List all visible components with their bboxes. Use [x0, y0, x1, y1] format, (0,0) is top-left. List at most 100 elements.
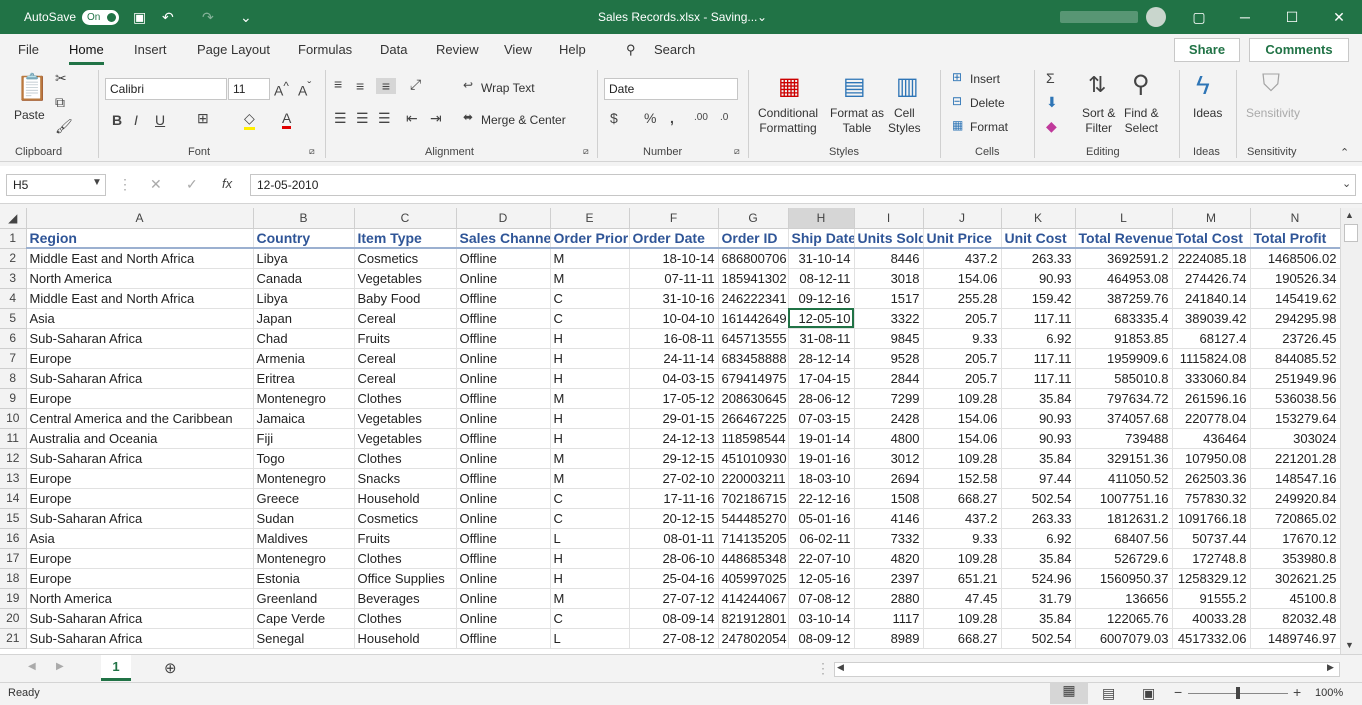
column-header[interactable]: B — [253, 208, 355, 229]
scroll-right-icon[interactable]: ▶ — [1327, 662, 1334, 673]
cell[interactable]: Cereal — [354, 368, 457, 389]
cell[interactable]: Online — [456, 408, 551, 429]
conditional-formatting-button[interactable]: Conditional Formatting — [758, 106, 818, 136]
align-right-icon[interactable]: ☰ — [378, 110, 391, 127]
cell[interactable]: C — [550, 288, 630, 309]
cell[interactable]: 107950.08 — [1172, 448, 1251, 469]
ideas-button[interactable]: Ideas — [1193, 106, 1222, 121]
cell[interactable]: 05-01-16 — [788, 508, 855, 529]
cell[interactable]: 208630645 — [718, 388, 789, 409]
cell[interactable]: 29-01-15 — [629, 408, 719, 429]
cell[interactable]: 374057.68 — [1075, 408, 1173, 429]
header-cell[interactable]: Order Priority — [550, 228, 630, 249]
header-cell[interactable]: Country — [253, 228, 355, 249]
cell[interactable]: C — [550, 608, 630, 629]
cut-icon[interactable]: ✂ — [55, 70, 67, 87]
cell[interactable]: 387259.76 — [1075, 288, 1173, 309]
cell[interactable]: 35.84 — [1001, 388, 1076, 409]
cell[interactable]: 17-05-12 — [629, 388, 719, 409]
tab-file[interactable]: File — [18, 42, 39, 57]
middle-align-icon[interactable]: ≡ — [356, 78, 364, 94]
cell-styles-icon[interactable]: ▥ — [896, 72, 919, 101]
share-button[interactable]: Share — [1174, 38, 1240, 62]
cell[interactable]: Beverages — [354, 588, 457, 609]
fill-color-icon[interactable]: ◇ — [244, 110, 255, 130]
cell[interactable]: Cereal — [354, 348, 457, 369]
cell[interactable]: 1560950.37 — [1075, 568, 1173, 589]
cell[interactable]: 152.58 — [923, 468, 1002, 489]
cell[interactable]: Online — [456, 508, 551, 529]
cell[interactable]: H — [550, 348, 630, 369]
cell[interactable]: Middle East and North Africa — [26, 248, 254, 269]
cell[interactable]: 27-07-12 — [629, 588, 719, 609]
cell[interactable]: Sub-Saharan Africa — [26, 328, 254, 349]
grow-font-icon[interactable]: A^ — [274, 80, 289, 99]
row-header[interactable]: 15 — [0, 508, 27, 529]
cell[interactable]: Europe — [26, 348, 254, 369]
underline-icon[interactable]: U — [155, 112, 165, 128]
cell[interactable]: 205.7 — [923, 308, 1002, 329]
row-header[interactable]: 2 — [0, 248, 27, 269]
row-header[interactable]: 13 — [0, 468, 27, 489]
cell[interactable]: 261596.16 — [1172, 388, 1251, 409]
italic-icon[interactable]: I — [134, 112, 138, 128]
column-header[interactable]: M — [1172, 208, 1251, 229]
cell[interactable]: Europe — [26, 488, 254, 509]
cell[interactable]: 720865.02 — [1250, 508, 1340, 529]
cell[interactable]: 08-09-12 — [788, 628, 855, 649]
cell[interactable]: Estonia — [253, 568, 355, 589]
cell[interactable]: C — [550, 308, 630, 329]
cell[interactable]: 154.06 — [923, 268, 1002, 289]
cell[interactable]: 844085.52 — [1250, 348, 1340, 369]
cell[interactable]: 389039.42 — [1172, 308, 1251, 329]
cell[interactable]: 17-04-15 — [788, 368, 855, 389]
cell[interactable]: 24-12-13 — [629, 428, 719, 449]
cell[interactable]: M — [550, 448, 630, 469]
cell[interactable]: 31.79 — [1001, 588, 1076, 609]
cell[interactable]: Offline — [456, 248, 551, 269]
align-center-icon[interactable]: ☰ — [356, 110, 369, 127]
cell[interactable]: 1007751.16 — [1075, 488, 1173, 509]
cell[interactable]: 414244067 — [718, 588, 789, 609]
cell[interactable]: Online — [456, 368, 551, 389]
column-header[interactable]: E — [550, 208, 630, 229]
scroll-down-icon[interactable]: ▼ — [1345, 640, 1354, 650]
cell[interactable]: 172748.8 — [1172, 548, 1251, 569]
cell[interactable]: 4146 — [854, 508, 924, 529]
cell[interactable]: 1489746.97 — [1250, 628, 1340, 649]
column-header[interactable]: N — [1250, 208, 1340, 229]
cell[interactable]: North America — [26, 268, 254, 289]
cell[interactable]: 6.92 — [1001, 328, 1076, 349]
save-icon[interactable]: ▣ — [133, 8, 146, 26]
collapse-ribbon-icon[interactable]: ⌃ — [1340, 146, 1349, 159]
cell[interactable]: 2880 — [854, 588, 924, 609]
header-cell[interactable]: Total Cost — [1172, 228, 1251, 249]
cell[interactable]: 436464 — [1172, 428, 1251, 449]
cell[interactable]: Clothes — [354, 388, 457, 409]
cell[interactable]: Household — [354, 628, 457, 649]
cell[interactable]: 31-10-16 — [629, 288, 719, 309]
cell[interactable]: Middle East and North Africa — [26, 288, 254, 309]
cell[interactable]: Online — [456, 348, 551, 369]
formula-input[interactable]: 12-05-2010 — [250, 174, 1356, 196]
sheet-tab[interactable]: 1 — [101, 655, 131, 681]
cell[interactable]: Baby Food — [354, 288, 457, 309]
cell[interactable]: Greece — [253, 488, 355, 509]
number-format-select[interactable]: Date — [604, 78, 738, 100]
header-cell[interactable]: Total Revenue — [1075, 228, 1173, 249]
cell[interactable]: 451010930 — [718, 448, 789, 469]
cell[interactable]: 68127.4 — [1172, 328, 1251, 349]
row-header[interactable]: 6 — [0, 328, 27, 349]
cell[interactable]: 205.7 — [923, 368, 1002, 389]
cell[interactable]: 09-12-16 — [788, 288, 855, 309]
cell[interactable]: 154.06 — [923, 428, 1002, 449]
cell[interactable]: 185941302 — [718, 268, 789, 289]
cell[interactable]: Sudan — [253, 508, 355, 529]
cell[interactable]: 68407.56 — [1075, 528, 1173, 549]
top-align-icon[interactable]: ≡ — [334, 76, 342, 92]
cell[interactable]: 502.54 — [1001, 488, 1076, 509]
page-layout-view-icon[interactable]: ▤ — [1102, 685, 1115, 702]
cell[interactable]: 2397 — [854, 568, 924, 589]
format-cells-button[interactable]: Format — [970, 120, 1008, 134]
cell[interactable]: H — [550, 548, 630, 569]
